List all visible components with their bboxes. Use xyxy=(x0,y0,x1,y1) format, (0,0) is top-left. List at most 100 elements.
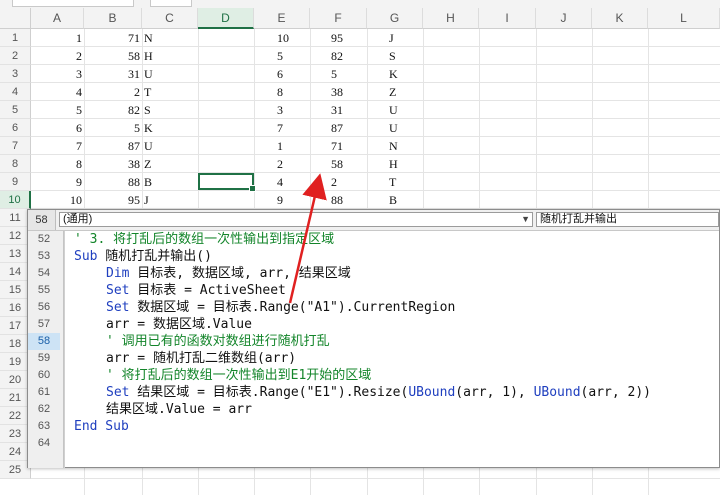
code-line-57[interactable]: arr = 数据区域.Value xyxy=(106,316,252,333)
cell-e5[interactable]: 3 xyxy=(277,101,283,119)
code-line-56[interactable]: Set 数据区域 = 目标表.Range("A1").CurrentRegion xyxy=(106,299,455,316)
cell-b2[interactable]: 58 xyxy=(84,47,140,65)
cell-c10[interactable]: J xyxy=(144,191,149,209)
row-header-1[interactable]: 1 xyxy=(0,29,31,47)
row-header-5[interactable]: 5 xyxy=(0,101,31,119)
cell-c2[interactable]: H xyxy=(144,47,153,65)
column-header-j[interactable]: J xyxy=(536,8,592,29)
cell-c3[interactable]: U xyxy=(144,65,153,83)
cell-e8[interactable]: 2 xyxy=(277,155,283,173)
cell-f2[interactable]: 82 xyxy=(331,47,343,65)
code-line-58[interactable]: ' 调用已有的函数对数组进行随机打乱 xyxy=(106,333,330,350)
column-header-c[interactable]: C xyxy=(142,8,198,29)
vba-code-window[interactable]: 58 (通用) ▼ 随机打乱并输出 52 53 54 55 56 57 58 59 60 61 62… xyxy=(27,209,720,468)
cell-g7[interactable]: N xyxy=(389,137,398,155)
cell-e9[interactable]: 4 xyxy=(277,173,283,191)
cell-e10[interactable]: 9 xyxy=(277,191,283,209)
cell-c7[interactable]: U xyxy=(144,137,153,155)
row-header-3[interactable]: 3 xyxy=(0,65,31,83)
row-header-7[interactable]: 7 xyxy=(0,137,31,155)
column-header-k[interactable]: K xyxy=(592,8,648,29)
code-line-54[interactable]: Dim 目标表, 数据区域, arr, 结果区域 xyxy=(106,265,351,282)
code-line-60[interactable]: ' 将打乱后的数组一次性输出到E1开始的区域 xyxy=(106,367,371,384)
row-header-8[interactable]: 8 xyxy=(0,155,31,173)
code-line-55[interactable]: Set 目标表 = ActiveSheet xyxy=(106,282,286,299)
cell-f8[interactable]: 58 xyxy=(331,155,343,173)
cell-f5[interactable]: 31 xyxy=(331,101,343,119)
selected-cell-d10[interactable] xyxy=(198,173,256,192)
cell-f3[interactable]: 5 xyxy=(331,65,337,83)
cell-g6[interactable]: U xyxy=(389,119,398,137)
code-line-63[interactable]: End Sub xyxy=(74,418,129,435)
row-header-9[interactable]: 9 xyxy=(0,173,31,191)
procedure-combo[interactable]: 随机打乱并输出 xyxy=(536,212,719,227)
cell-c6[interactable]: K xyxy=(144,119,153,137)
column-header-g[interactable]: G xyxy=(367,8,423,29)
cell-b10[interactable]: 95 xyxy=(84,191,140,209)
cell-b8[interactable]: 38 xyxy=(84,155,140,173)
cell-f6[interactable]: 87 xyxy=(331,119,343,137)
code-line-52[interactable]: ' 3. 将打乱后的数组一次性输出到指定区域 xyxy=(74,231,334,248)
cell-e6[interactable]: 7 xyxy=(277,119,283,137)
cell-a10[interactable]: 10 xyxy=(31,191,82,209)
cell-g5[interactable]: U xyxy=(389,101,398,119)
cell-f9[interactable]: 2 xyxy=(331,173,337,191)
column-header-l[interactable]: L xyxy=(648,8,720,29)
cell-b4[interactable]: 2 xyxy=(84,83,140,101)
code-line-59[interactable]: arr = 随机打乱二维数组(arr) xyxy=(106,350,296,367)
cell-a3[interactable]: 3 xyxy=(31,65,82,83)
cell-b7[interactable]: 87 xyxy=(84,137,140,155)
cell-a6[interactable]: 6 xyxy=(31,119,82,137)
column-header-d[interactable]: D xyxy=(198,8,254,29)
row-header-6[interactable]: 6 xyxy=(0,119,31,137)
cell-g2[interactable]: S xyxy=(389,47,396,65)
cell-e4[interactable]: 8 xyxy=(277,83,283,101)
cell-e1[interactable]: 10 xyxy=(277,29,289,47)
cell-a2[interactable]: 2 xyxy=(31,47,82,65)
column-header-h[interactable]: H xyxy=(423,8,479,29)
column-header-a[interactable]: A xyxy=(31,8,84,29)
cell-b3[interactable]: 31 xyxy=(84,65,140,83)
cell-f1[interactable]: 95 xyxy=(331,29,343,47)
cell-a4[interactable]: 4 xyxy=(31,83,82,101)
column-header-f[interactable]: F xyxy=(310,8,367,29)
cell-a9[interactable]: 9 xyxy=(31,173,82,191)
select-all-corner[interactable] xyxy=(0,8,31,29)
cell-a1[interactable]: 1 xyxy=(31,29,82,47)
cell-c5[interactable]: S xyxy=(144,101,151,119)
cell-b9[interactable]: 88 xyxy=(84,173,140,191)
object-combo[interactable]: (通用) ▼ xyxy=(59,212,533,227)
formula-controls[interactable] xyxy=(150,0,192,7)
code-line-61[interactable]: Set 结果区域 = 目标表.Range("E1").Resize(UBound… xyxy=(106,384,651,401)
code-line-53[interactable]: Sub 随机打乱并输出() xyxy=(74,248,212,265)
chevron-down-icon[interactable]: ▼ xyxy=(521,213,530,226)
cell-a8[interactable]: 8 xyxy=(31,155,82,173)
cell-e3[interactable]: 6 xyxy=(277,65,283,83)
cell-g9[interactable]: T xyxy=(389,173,396,191)
code-line-62[interactable]: 结果区域.Value = arr xyxy=(106,401,252,418)
cell-g10[interactable]: B xyxy=(389,191,397,209)
cell-f4[interactable]: 38 xyxy=(331,83,343,101)
cell-b5[interactable]: 82 xyxy=(84,101,140,119)
cell-b1[interactable]: 71 xyxy=(84,29,140,47)
cell-c8[interactable]: Z xyxy=(144,155,151,173)
column-header-b[interactable]: B xyxy=(84,8,142,29)
cell-g3[interactable]: K xyxy=(389,65,398,83)
cell-f10[interactable]: 88 xyxy=(331,191,343,209)
cell-e2[interactable]: 5 xyxy=(277,47,283,65)
cell-g4[interactable]: Z xyxy=(389,83,396,101)
fill-handle[interactable] xyxy=(249,185,256,192)
cell-c9[interactable]: B xyxy=(144,173,152,191)
cell-c1[interactable]: N xyxy=(144,29,153,47)
cell-g1[interactable]: J xyxy=(389,29,394,47)
row-header-2[interactable]: 2 xyxy=(0,47,31,65)
cell-c4[interactable]: T xyxy=(144,83,151,101)
row-header-4[interactable]: 4 xyxy=(0,83,31,101)
cell-b6[interactable]: 5 xyxy=(84,119,140,137)
cell-f7[interactable]: 71 xyxy=(331,137,343,155)
cell-g8[interactable]: H xyxy=(389,155,398,173)
column-header-e[interactable]: E xyxy=(254,8,310,29)
cell-a5[interactable]: 5 xyxy=(31,101,82,119)
name-box[interactable] xyxy=(12,0,134,7)
cell-e7[interactable]: 1 xyxy=(277,137,283,155)
